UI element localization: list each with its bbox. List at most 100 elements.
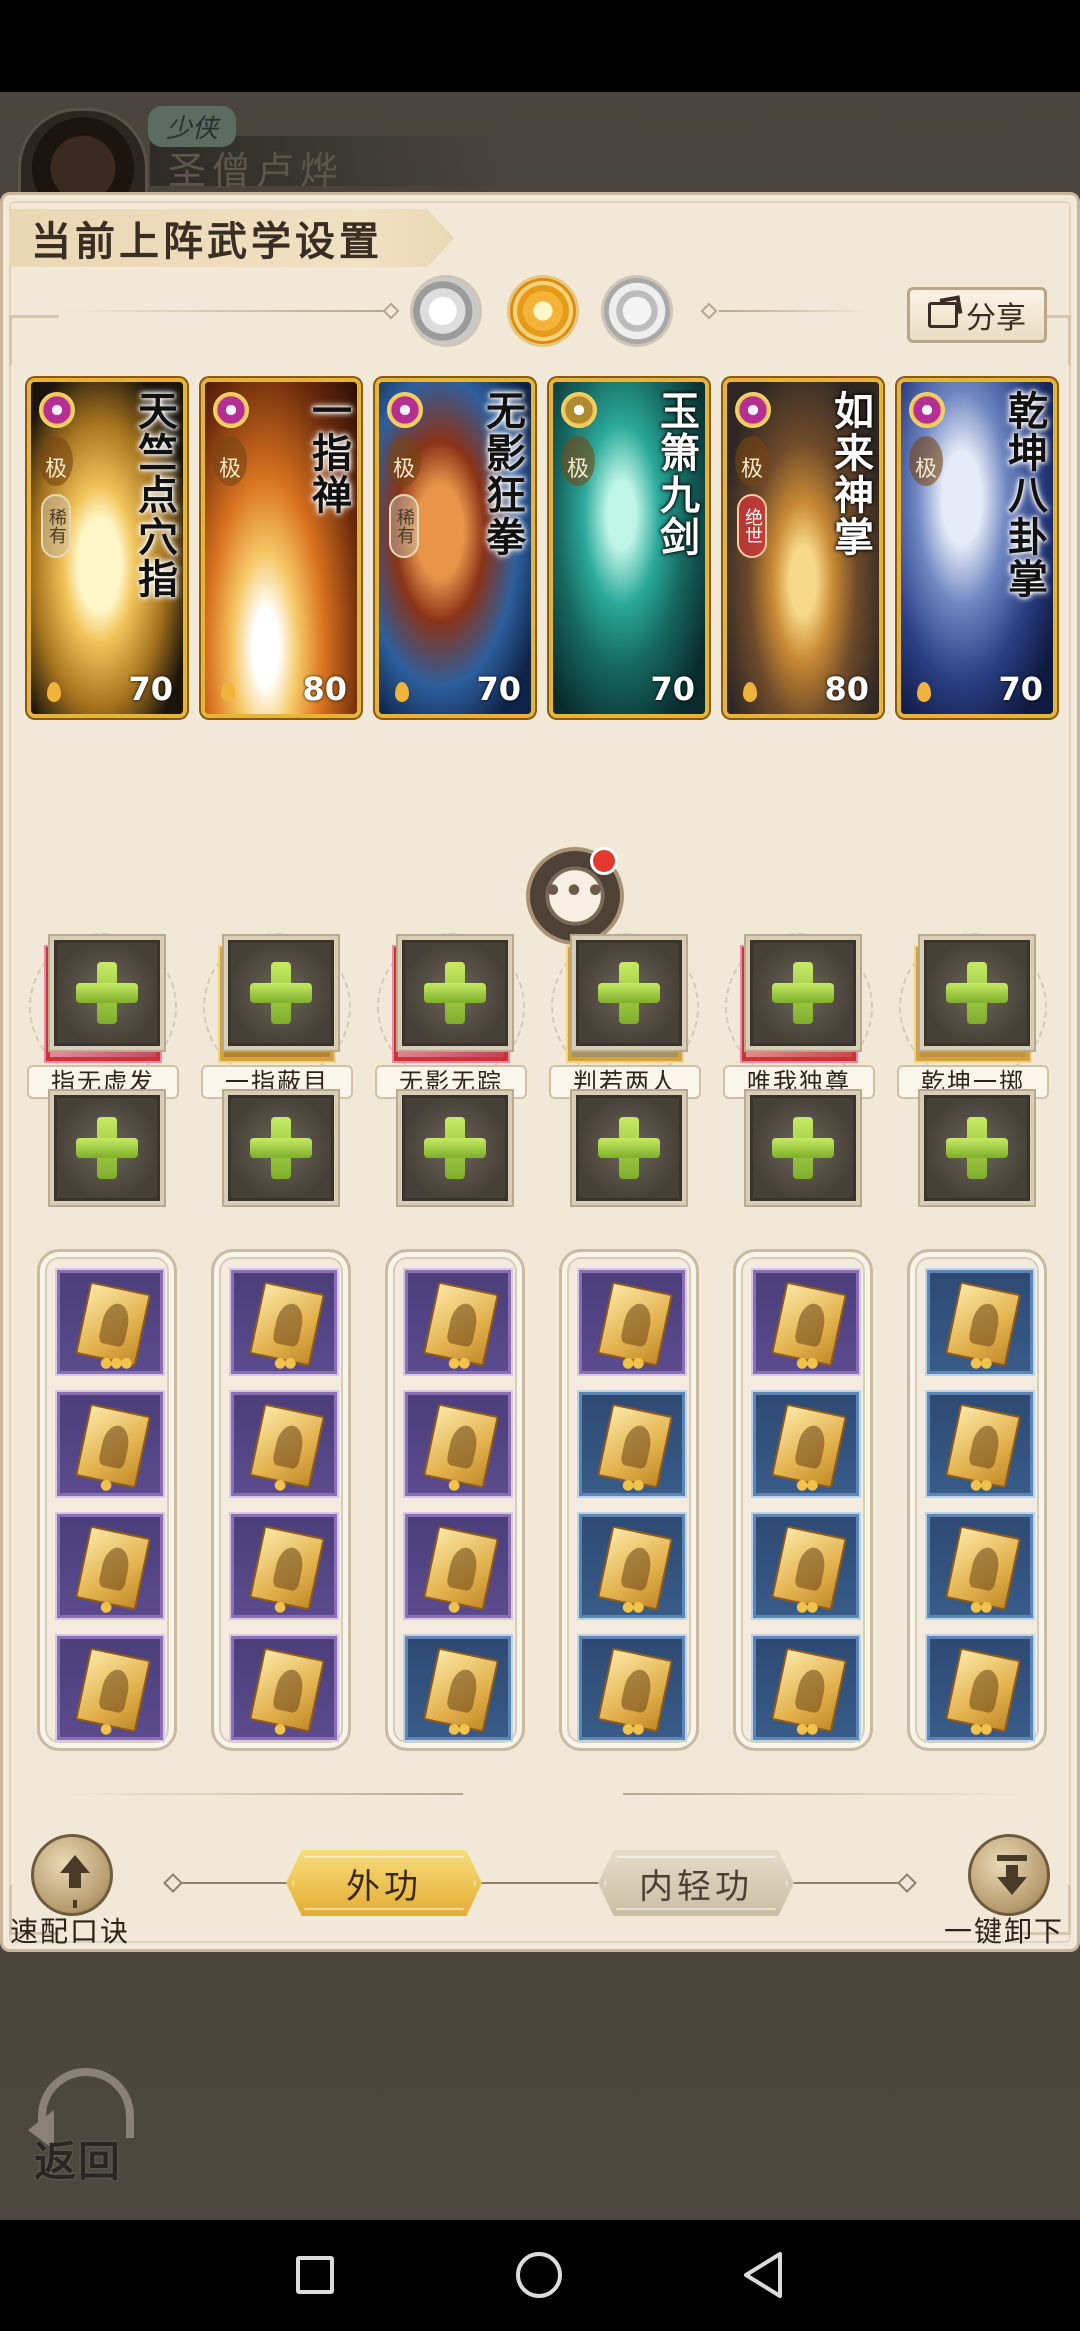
card-name: 如来神掌 <box>827 390 874 558</box>
martial-card-6[interactable]: 极 乾坤八卦掌 70 <box>897 378 1057 718</box>
martial-setup-panel: 当前上阵武学设置 分享 极 稀有 天竺点穴指 70 极 一指禅 80 极 稀有 … <box>0 192 1080 1952</box>
scroll-icon <box>248 1525 326 1611</box>
secret-scroll-card[interactable]: ●● <box>753 1270 859 1374</box>
scroll-icon <box>248 1403 326 1489</box>
secret-scroll-card[interactable]: ● <box>57 1392 163 1496</box>
page-ring-icon[interactable] <box>604 278 670 344</box>
back-label: 返回 <box>34 2137 123 2186</box>
player-name: 圣僧卢烨 <box>168 149 345 193</box>
divider-left <box>63 310 383 312</box>
scroll-column-6: ●● ●● ●● ●● <box>907 1249 1047 1751</box>
empty-slot-r2-1[interactable] <box>50 1091 164 1205</box>
card-grade: 极 <box>909 436 943 486</box>
secret-scroll-card[interactable]: ● <box>231 1514 337 1618</box>
page-sun-icon[interactable] <box>510 278 576 344</box>
back-button[interactable]: 返回 <box>28 2068 144 2186</box>
chat-bubble-icon[interactable]: ••• <box>526 847 624 945</box>
scroll-icon <box>422 1281 500 1367</box>
nav-back-icon[interactable] <box>740 2250 786 2300</box>
skill-row: 指无虚发 一指蔽目 无影无踪 判若两人 唯我独尊 乾坤一掷 <box>27 933 1063 1107</box>
bottom-divider-right <box>623 1793 1023 1795</box>
element-gem-icon <box>735 392 771 428</box>
recents-icon[interactable] <box>296 2256 334 2294</box>
empty-slot-r1-3[interactable] <box>398 936 512 1050</box>
secret-scroll-card[interactable]: ●● <box>579 1392 685 1496</box>
empty-slot-r1-4[interactable] <box>572 936 686 1050</box>
secret-scroll-card[interactable]: ●● <box>753 1392 859 1496</box>
empty-slot-r1-6[interactable] <box>920 936 1034 1050</box>
empty-slot-r2-4[interactable] <box>572 1091 686 1205</box>
secret-scroll-card[interactable]: ●● <box>927 1270 1033 1374</box>
plus-icon <box>76 962 138 1024</box>
scroll-icon <box>248 1647 326 1733</box>
martial-card-5[interactable]: 极 绝世 如来神掌 80 <box>723 378 883 718</box>
secret-scroll-card[interactable]: ●●● <box>57 1270 163 1374</box>
card-name: 一指禅 <box>305 390 352 516</box>
plus-icon <box>76 1117 138 1179</box>
card-grade: 极 <box>39 436 73 486</box>
empty-slot-r2-5[interactable] <box>746 1091 860 1205</box>
bottom-action-bar: 速配口诀 外功 内轻功 一键卸下 <box>0 1830 1080 1950</box>
martial-card-1[interactable]: 极 稀有 天竺点穴指 70 <box>27 378 187 718</box>
secret-scroll-card[interactable]: ●● <box>753 1636 859 1740</box>
tab-inner-light-skill[interactable]: 内轻功 <box>598 1850 794 1916</box>
secret-scroll-card[interactable]: ●● <box>405 1270 511 1374</box>
scroll-icon <box>248 1281 326 1367</box>
empty-slot-r2-2[interactable] <box>224 1091 338 1205</box>
scroll-icon <box>944 1281 1022 1367</box>
martial-card-2[interactable]: 极 一指禅 80 <box>201 378 361 718</box>
martial-card-3[interactable]: 极 稀有 无影狂拳 70 <box>375 378 535 718</box>
home-icon[interactable] <box>516 2252 562 2298</box>
plus-icon <box>946 1117 1008 1179</box>
empty-slot-r2-6[interactable] <box>920 1091 1034 1205</box>
secret-scroll-card[interactable]: ●● <box>927 1636 1033 1740</box>
share-button[interactable]: 分享 <box>907 287 1047 343</box>
secret-scroll-card[interactable]: ● <box>231 1392 337 1496</box>
secret-scroll-card[interactable]: ●● <box>927 1514 1033 1618</box>
player-header: 少侠 圣僧卢烨 <box>0 92 1080 218</box>
scroll-icon <box>770 1647 848 1733</box>
secret-scroll-card[interactable]: ● <box>57 1636 163 1740</box>
secret-scroll-card[interactable]: ● <box>231 1636 337 1740</box>
system-nav-bar <box>0 2220 1080 2331</box>
flame-icon <box>743 682 757 702</box>
secret-scroll-card[interactable]: ● <box>405 1514 511 1618</box>
empty-slot-r1-2[interactable] <box>224 936 338 1050</box>
scroll-icon <box>944 1525 1022 1611</box>
secret-scroll-card[interactable]: ● <box>405 1392 511 1496</box>
secret-scroll-card[interactable]: ●● <box>753 1514 859 1618</box>
plus-icon <box>946 962 1008 1024</box>
secret-scroll-card[interactable]: ●● <box>579 1636 685 1740</box>
scroll-icon <box>74 1403 152 1489</box>
secret-scroll-card[interactable]: ●● <box>927 1392 1033 1496</box>
martial-card-4[interactable]: 极 玉箫九剑 70 <box>549 378 709 718</box>
empty-slot-r2-3[interactable] <box>398 1091 512 1205</box>
share-icon <box>928 302 958 328</box>
empty-slot-r1-5[interactable] <box>746 936 860 1050</box>
scroll-column-1: ●●● ● ● ● <box>37 1249 177 1751</box>
card-name: 乾坤八卦掌 <box>1001 390 1048 600</box>
scroll-icon <box>422 1525 500 1611</box>
card-rarity: 绝世 <box>737 494 767 558</box>
plus-icon <box>772 962 834 1024</box>
plus-icon <box>598 1117 660 1179</box>
notification-badge <box>590 847 618 875</box>
secret-scroll-card[interactable]: ●● <box>579 1270 685 1374</box>
unload-all-button[interactable] <box>968 1834 1050 1916</box>
secret-scroll-card[interactable]: ●● <box>231 1270 337 1374</box>
tab-outer-skill[interactable]: 外功 <box>286 1850 482 1916</box>
secret-scroll-card[interactable]: ● <box>57 1514 163 1618</box>
empty-slot-r1-1[interactable] <box>50 936 164 1050</box>
quick-assign-label: 速配口诀 <box>10 1915 131 1948</box>
page-moon-icon[interactable] <box>413 278 479 344</box>
scroll-icon <box>422 1403 500 1489</box>
card-level: 70 <box>650 670 695 708</box>
scroll-column-4: ●● ●● ●● ●● <box>559 1249 699 1751</box>
secret-scroll-card[interactable]: ●● <box>579 1514 685 1618</box>
quick-assign-button[interactable] <box>31 1834 113 1916</box>
secret-scroll-card[interactable]: ●● <box>405 1636 511 1740</box>
card-grade: 极 <box>561 436 595 486</box>
track-end-right <box>897 1873 917 1893</box>
card-rarity: 稀有 <box>389 494 419 558</box>
flame-icon <box>47 682 61 702</box>
